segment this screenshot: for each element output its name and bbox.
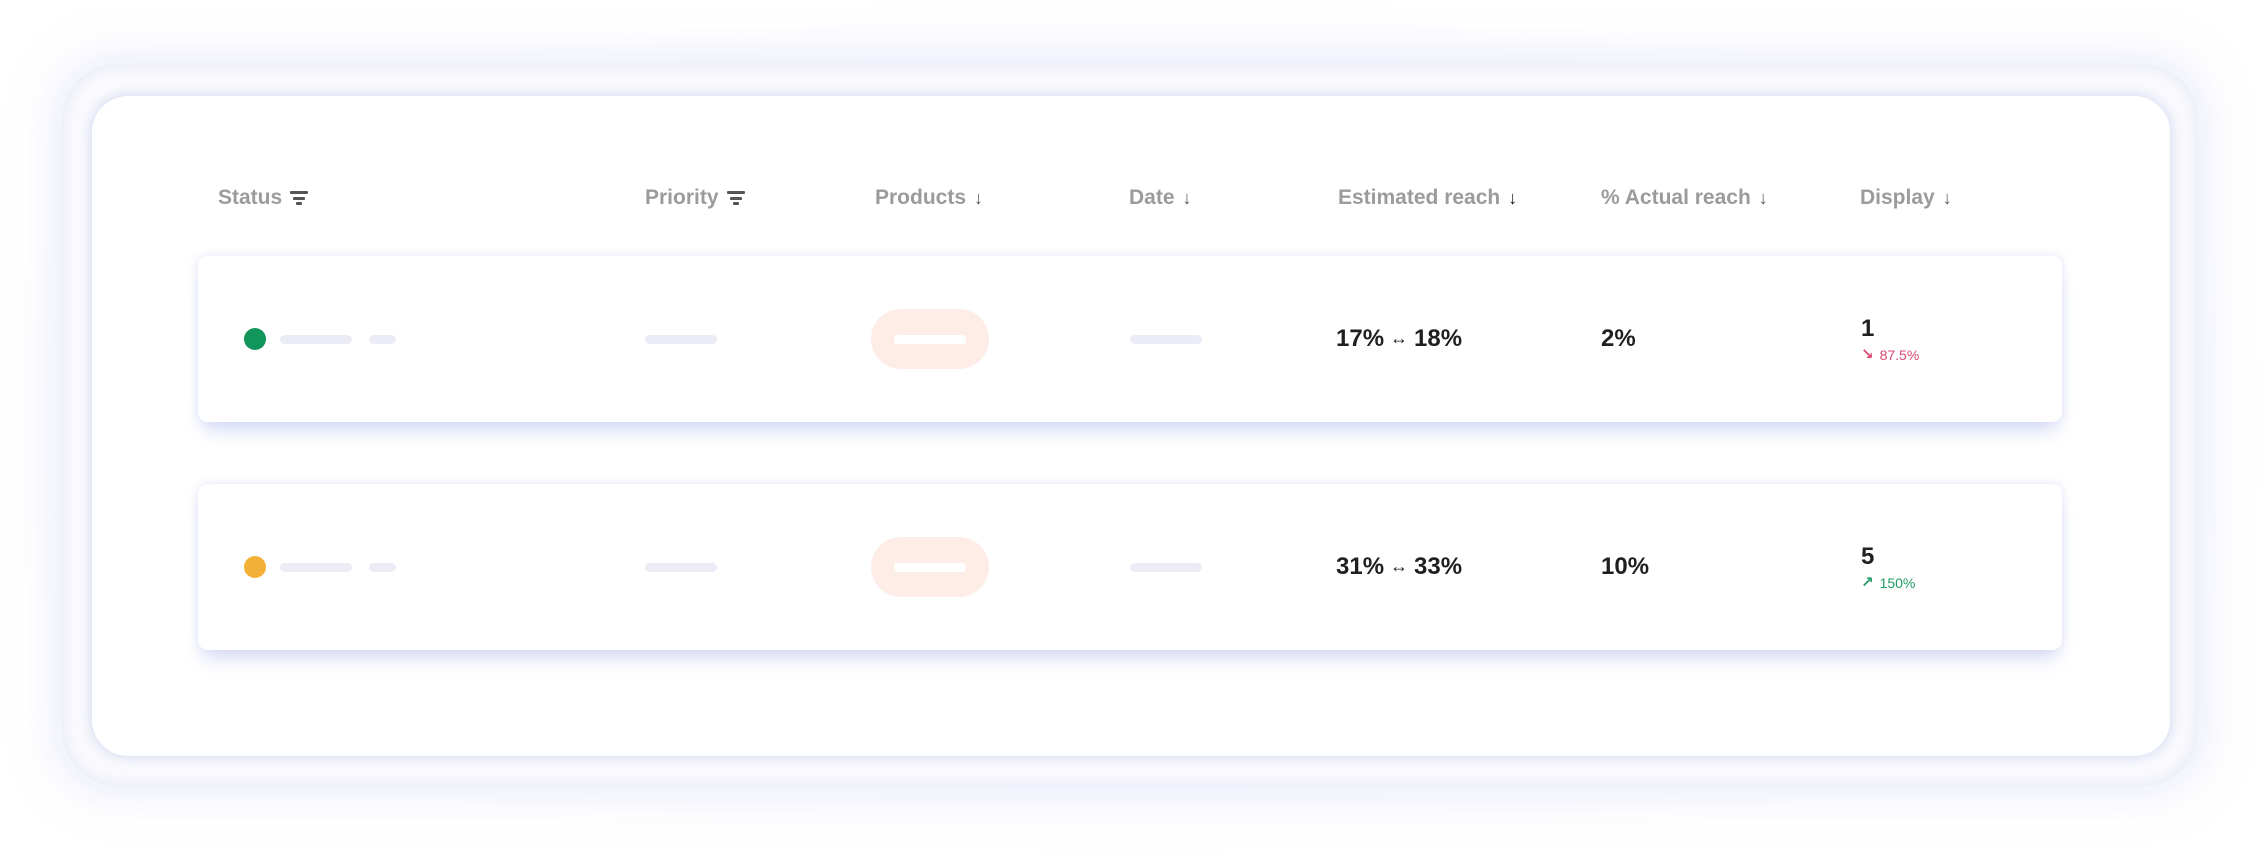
column-header-status[interactable]: Status xyxy=(218,186,309,210)
product-pill[interactable] xyxy=(871,537,989,597)
trend-up-icon: ↗ xyxy=(1861,573,1874,591)
status-cell xyxy=(244,484,396,650)
delta-up: ↗ 150% xyxy=(1861,574,1915,592)
date-cell xyxy=(1130,256,1202,422)
est-max: 33% xyxy=(1414,553,1463,580)
est-min: 31% xyxy=(1336,553,1385,580)
estimated-reach-value: 31% ↔ 33% xyxy=(1336,553,1462,581)
column-label: Display xyxy=(1860,186,1935,209)
actual-reach-cell: 2% xyxy=(1601,256,1636,422)
placeholder-bar xyxy=(280,562,352,572)
date-cell xyxy=(1130,484,1202,650)
table-row[interactable]: 17% ↔ 18% 2% 1 ↘ 87.5% xyxy=(198,256,2062,422)
display-value: 5 xyxy=(1861,542,1875,570)
filter-icon[interactable] xyxy=(726,190,745,206)
status-cell xyxy=(244,256,396,422)
arrow-down-icon[interactable]: ↓ xyxy=(1183,189,1192,207)
arrow-down-icon[interactable]: ↓ xyxy=(1759,189,1768,207)
delta-down: ↘ 87.5% xyxy=(1861,346,1919,364)
placeholder-bar xyxy=(894,334,966,344)
status-dot-green xyxy=(244,328,266,350)
column-header-actual-reach[interactable]: % Actual reach ↓ xyxy=(1601,186,1768,210)
placeholder-bar xyxy=(1130,334,1202,344)
column-header-date[interactable]: Date ↓ xyxy=(1129,186,1192,210)
products-cell xyxy=(871,256,989,422)
placeholder-bar xyxy=(369,334,396,344)
priority-cell xyxy=(645,484,717,650)
delta-value: 150% xyxy=(1879,574,1916,591)
arrow-down-icon[interactable]: ↓ xyxy=(1508,189,1517,207)
page-background: Status Priority Products ↓ Date ↓ Estima… xyxy=(0,0,2262,852)
display-value: 1 xyxy=(1861,314,1875,342)
column-label: % Actual reach xyxy=(1601,186,1751,209)
placeholder-bar xyxy=(645,334,717,344)
column-label: Estimated reach xyxy=(1338,186,1501,209)
status-dot-amber xyxy=(244,556,266,578)
placeholder-bar xyxy=(369,562,396,572)
table-header: Status Priority Products ↓ Date ↓ Estima… xyxy=(0,186,2262,212)
placeholder-bar xyxy=(280,334,352,344)
estimated-reach-cell: 17% ↔ 18% xyxy=(1336,256,1462,422)
est-min: 17% xyxy=(1336,325,1385,352)
column-label: Priority xyxy=(645,186,719,209)
column-header-estimated-reach[interactable]: Estimated reach ↓ xyxy=(1338,186,1517,210)
products-cell xyxy=(871,484,989,650)
actual-reach-value: 2% xyxy=(1601,325,1636,352)
placeholder-bar xyxy=(1130,562,1202,572)
placeholder-bar xyxy=(894,562,966,572)
est-max: 18% xyxy=(1414,325,1463,352)
column-header-priority[interactable]: Priority xyxy=(645,186,745,210)
actual-reach-value: 10% xyxy=(1601,553,1650,580)
product-pill[interactable] xyxy=(871,309,989,369)
range-arrow-icon: ↔ xyxy=(1390,556,1409,576)
arrow-down-icon[interactable]: ↓ xyxy=(1943,189,1952,207)
column-label: Products xyxy=(875,186,967,209)
estimated-reach-cell: 31% ↔ 33% xyxy=(1336,484,1462,650)
column-label: Date xyxy=(1129,186,1175,209)
display-cell: 1 ↘ 87.5% xyxy=(1861,256,1919,422)
delta-value: 87.5% xyxy=(1879,346,1920,363)
actual-reach-cell: 10% xyxy=(1601,484,1649,650)
arrow-down-icon[interactable]: ↓ xyxy=(974,189,983,207)
priority-cell xyxy=(645,256,717,422)
column-label: Status xyxy=(218,186,283,209)
placeholder-bar xyxy=(645,562,717,572)
estimated-reach-value: 17% ↔ 18% xyxy=(1336,325,1462,353)
column-header-display[interactable]: Display ↓ xyxy=(1860,186,1952,210)
table-row[interactable]: 31% ↔ 33% 10% 5 ↗ 150% xyxy=(198,484,2062,650)
trend-down-icon: ↘ xyxy=(1861,345,1874,363)
filter-icon[interactable] xyxy=(290,190,309,206)
column-header-products[interactable]: Products ↓ xyxy=(875,186,983,210)
range-arrow-icon: ↔ xyxy=(1390,328,1409,348)
display-cell: 5 ↗ 150% xyxy=(1861,484,1915,650)
